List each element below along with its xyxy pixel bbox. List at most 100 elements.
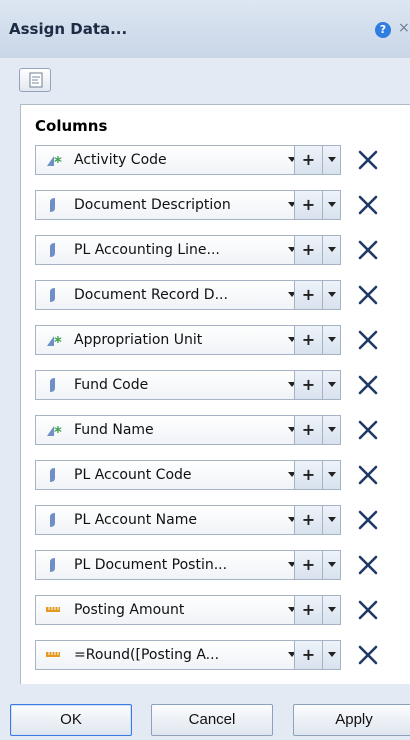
- add-column-dropdown[interactable]: [322, 145, 341, 175]
- detail-icon: [45, 467, 67, 483]
- detail-icon: [45, 197, 67, 213]
- detail-icon: [45, 287, 67, 303]
- delete-icon[interactable]: [357, 194, 379, 216]
- delete-icon[interactable]: [357, 284, 379, 306]
- add-column-button[interactable]: +: [294, 370, 322, 400]
- delete-icon[interactable]: [357, 239, 379, 261]
- delete-icon[interactable]: [357, 644, 379, 666]
- column-select[interactable]: Document Description: [35, 190, 306, 220]
- add-column-dropdown[interactable]: [322, 280, 341, 310]
- chevron-down-icon: [328, 157, 336, 162]
- add-column-dropdown[interactable]: [322, 640, 341, 670]
- column-row: Fund Code +: [21, 370, 410, 415]
- column-row: PL Account Code +: [21, 460, 410, 505]
- delete-icon[interactable]: [357, 509, 379, 531]
- add-column-button[interactable]: +: [294, 235, 322, 265]
- add-column-dropdown[interactable]: [322, 460, 341, 490]
- add-column-button[interactable]: +: [294, 640, 322, 670]
- help-icon[interactable]: ?: [375, 22, 391, 38]
- add-column-button[interactable]: +: [294, 550, 322, 580]
- add-column-button[interactable]: +: [294, 415, 322, 445]
- delete-icon[interactable]: [357, 149, 379, 171]
- columns-label: Columns: [35, 117, 108, 135]
- column-select[interactable]: Posting Amount: [35, 595, 306, 625]
- column-select[interactable]: PL Document Postin...: [35, 550, 306, 580]
- dimension-icon: *: [45, 422, 67, 441]
- measure-icon: [45, 602, 67, 618]
- column-label: Posting Amount: [74, 602, 185, 618]
- column-select[interactable]: PL Accounting Line...: [35, 235, 306, 265]
- column-label: PL Account Code: [74, 467, 192, 483]
- cancel-button[interactable]: Cancel: [151, 704, 273, 736]
- delete-icon[interactable]: [357, 329, 379, 351]
- add-column-dropdown[interactable]: [322, 190, 341, 220]
- column-row: * Fund Name +: [21, 415, 410, 460]
- add-column-dropdown[interactable]: [322, 550, 341, 580]
- toolbar: [0, 58, 410, 102]
- delete-icon[interactable]: [357, 599, 379, 621]
- assign-data-dialog: Assign Data... ? × Columns * Activity Cod…: [0, 0, 410, 740]
- svg-text:*: *: [54, 333, 62, 348]
- chevron-down-icon: [328, 652, 336, 657]
- chevron-down-icon: [328, 562, 336, 567]
- column-label: Document Description: [74, 197, 231, 213]
- column-row: PL Account Name +: [21, 505, 410, 550]
- chevron-down-icon: [328, 427, 336, 432]
- formula-icon: [29, 72, 43, 88]
- delete-icon[interactable]: [357, 419, 379, 441]
- dimension-icon: *: [45, 332, 67, 351]
- add-column-dropdown[interactable]: [322, 370, 341, 400]
- columns-list: * Activity Code + Document Description + PL A…: [21, 145, 410, 685]
- chevron-down-icon: [328, 337, 336, 342]
- column-select[interactable]: =Round([Posting A...: [35, 640, 306, 670]
- columns-panel: Columns * Activity Code + Document Descript…: [20, 104, 410, 684]
- column-label: Fund Code: [74, 377, 149, 393]
- chevron-down-icon: [328, 517, 336, 522]
- column-select[interactable]: PL Account Code: [35, 460, 306, 490]
- add-column-dropdown[interactable]: [322, 415, 341, 445]
- delete-icon[interactable]: [357, 464, 379, 486]
- column-row: * Appropriation Unit +: [21, 325, 410, 370]
- add-column-button[interactable]: +: [294, 595, 322, 625]
- column-select[interactable]: Document Record D...: [35, 280, 306, 310]
- apply-button[interactable]: Apply: [293, 704, 410, 736]
- add-column-dropdown[interactable]: [322, 595, 341, 625]
- column-row: * Activity Code +: [21, 145, 410, 190]
- add-column-dropdown[interactable]: [322, 505, 341, 535]
- column-label: Document Record D...: [74, 287, 228, 303]
- title-bar: Assign Data... ? ×: [0, 0, 410, 58]
- delete-icon[interactable]: [357, 374, 379, 396]
- add-column-button[interactable]: +: [294, 505, 322, 535]
- column-select[interactable]: Fund Code: [35, 370, 306, 400]
- column-select[interactable]: * Activity Code: [35, 145, 306, 175]
- column-select[interactable]: * Appropriation Unit: [35, 325, 306, 355]
- add-column-button[interactable]: +: [294, 145, 322, 175]
- close-icon[interactable]: ×: [398, 20, 410, 36]
- svg-text:*: *: [54, 423, 62, 438]
- column-label: PL Document Postin...: [74, 557, 228, 573]
- chevron-down-icon: [328, 382, 336, 387]
- column-row: Document Record D... +: [21, 280, 410, 325]
- column-select[interactable]: * Fund Name: [35, 415, 306, 445]
- add-column-button[interactable]: +: [294, 280, 322, 310]
- column-label: PL Accounting Line...: [74, 242, 220, 258]
- dialog-footer: OK Cancel Apply: [0, 684, 410, 740]
- column-select[interactable]: PL Account Name: [35, 505, 306, 535]
- delete-icon[interactable]: [357, 554, 379, 576]
- add-column-button[interactable]: +: [294, 325, 322, 355]
- chevron-down-icon: [328, 247, 336, 252]
- add-column-dropdown[interactable]: [322, 325, 341, 355]
- add-column-button[interactable]: +: [294, 190, 322, 220]
- add-column-dropdown[interactable]: [322, 235, 341, 265]
- dialog-title: Assign Data...: [9, 20, 128, 38]
- detail-icon: [45, 242, 67, 258]
- add-column-button[interactable]: +: [294, 460, 322, 490]
- edit-formula-button[interactable]: [19, 68, 51, 92]
- chevron-down-icon: [328, 472, 336, 477]
- column-row: =Round([Posting A... +: [21, 640, 410, 685]
- column-row: Document Description +: [21, 190, 410, 235]
- ok-button[interactable]: OK: [10, 704, 132, 736]
- column-row: PL Document Postin... +: [21, 550, 410, 595]
- column-label: Fund Name: [74, 422, 154, 438]
- detail-icon: [45, 377, 67, 393]
